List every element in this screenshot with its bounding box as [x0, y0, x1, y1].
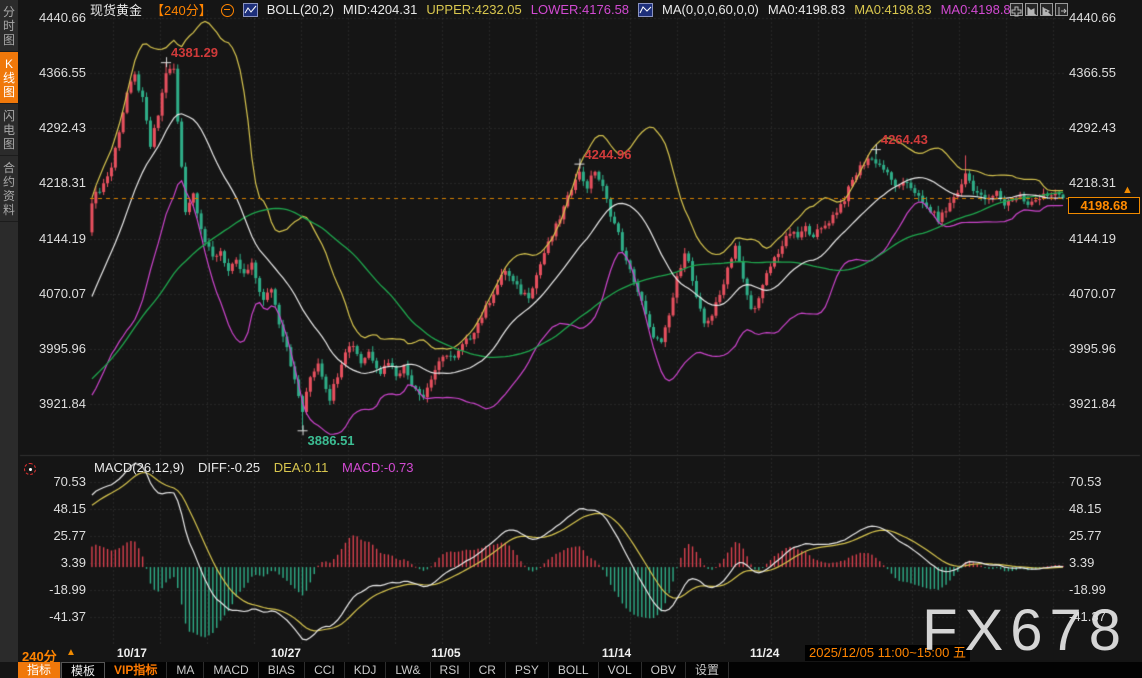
price-axis-tick-right: 3921.84: [1069, 397, 1139, 411]
price-axis-tick-right: 4366.55: [1069, 66, 1139, 80]
toolbar-button-MA[interactable]: MA: [167, 662, 204, 678]
toolbar-button-OBV[interactable]: OBV: [642, 662, 686, 678]
chart-toolbar-icons: [1010, 3, 1068, 16]
indicator-toolbar: 指标模板VIP指标MAMACDBIASCCIKDJLW&RSICRPSYBOLL…: [18, 662, 1142, 678]
main-chart-header: 现货黄金 【240分】 BOLL(20,2) MID:4204.31 UPPER…: [90, 1, 1047, 17]
crosshair-tool-icon[interactable]: [1010, 3, 1023, 16]
macd-header: MACD(26,12,9) DIFF:-0.25 DEA:0.11 MACD:-…: [94, 460, 424, 475]
symbol-label: 现货黄金: [90, 0, 142, 19]
sidebar-tab-active[interactable]: K线图: [0, 52, 18, 104]
macd-axis-tick-right: 25.77: [1069, 529, 1139, 543]
sidebar-tab-item[interactable]: 分时图: [0, 0, 18, 52]
period-selector[interactable]: 【240分】: [151, 0, 212, 19]
price-axis-tick-right: 3995.96: [1069, 342, 1139, 356]
toolbar-button-[interactable]: 设置: [686, 662, 729, 678]
boll-upper-value: UPPER:4232.05: [426, 2, 521, 17]
price-axis-tick-left: 3921.84: [18, 397, 86, 411]
ma0-magenta-value: MA0:4198.83: [941, 2, 1018, 17]
sidebar-tab-item[interactable]: 合约资料: [0, 156, 18, 222]
toolbar-button-MACD[interactable]: MACD: [204, 662, 258, 678]
macd-axis-tick-left: -41.37: [18, 610, 86, 624]
swing-high-label: 4244.96: [584, 147, 631, 162]
zoom-out-axis-icon[interactable]: [1025, 3, 1038, 16]
price-axis-tick-right: 4440.66: [1069, 11, 1139, 25]
last-price-arrow-icon: ▲: [1122, 184, 1133, 196]
last-price-box: 4198.68: [1068, 197, 1140, 214]
price-axis-tick-right: 4144.19: [1069, 232, 1139, 246]
toolbar-button-VIP[interactable]: VIP指标: [105, 662, 167, 678]
date-axis-label: 11/14: [589, 646, 645, 660]
toolbar-button-LW[interactable]: LW&: [386, 662, 430, 678]
macd-macd-value: MACD:-0.73: [342, 460, 414, 475]
toolbar-button-RSI[interactable]: RSI: [431, 662, 470, 678]
swing-high-label: 4381.29: [171, 45, 218, 60]
sidebar-tab-item[interactable]: 闪电图: [0, 104, 18, 156]
chart-type-sidebar: 分时图K线图闪电图合约资料: [0, 0, 18, 662]
boll-indicator-chart-icon[interactable]: [243, 3, 258, 17]
toolbar-button-PSY[interactable]: PSY: [506, 662, 549, 678]
macd-axis-tick-left: 70.53: [18, 475, 86, 489]
price-axis-tick-left: 3995.96: [18, 342, 86, 356]
toolbar-button-CR[interactable]: CR: [470, 662, 506, 678]
macd-axis-tick-left: 25.77: [18, 529, 86, 543]
ma0-yellow-value: MA0:4198.83: [854, 2, 931, 17]
price-axis-tick-right: 4070.07: [1069, 287, 1139, 301]
price-axis-tick-left: 4440.66: [18, 11, 86, 25]
boll-name-label: BOLL(20,2): [267, 2, 334, 17]
kline-chart-canvas[interactable]: [0, 0, 1142, 662]
boll-mid-value: MID:4204.31: [343, 2, 417, 17]
toolbar-button-[interactable]: 模板: [61, 662, 105, 678]
boll-lower-value: LOWER:4176.58: [531, 2, 629, 17]
ma-indicator-chart-icon[interactable]: [638, 3, 653, 17]
macd-axis-tick-right: 3.39: [1069, 556, 1139, 570]
macd-indicator-settings-icon[interactable]: [24, 463, 36, 475]
date-axis-label: 10/27: [258, 646, 314, 660]
price-axis-tick-left: 4292.43: [18, 121, 86, 135]
kline-app-window: 分时图K线图闪电图合约资料 现货黄金 【240分】 BOLL(20,2) MID…: [0, 0, 1142, 678]
toolbar-button-BOLL[interactable]: BOLL: [549, 662, 599, 678]
macd-axis-tick-left: 3.39: [18, 556, 86, 570]
ma0-white-value: MA0:4198.83: [768, 2, 845, 17]
toolbar-button-KDJ[interactable]: KDJ: [345, 662, 387, 678]
macd-name-label: MACD(26,12,9): [94, 460, 184, 475]
toolbar-button-BIAS[interactable]: BIAS: [259, 662, 305, 678]
price-axis-tick-left: 4070.07: [18, 287, 86, 301]
date-axis-label: 10/17: [104, 646, 160, 660]
event-marker-icon[interactable]: [221, 4, 234, 17]
macd-diff-value: DIFF:-0.25: [198, 460, 260, 475]
macd-axis-tick-right: 70.53: [1069, 475, 1139, 489]
shift-right-icon[interactable]: [1055, 3, 1068, 16]
toolbar-button-[interactable]: 指标: [18, 662, 61, 678]
macd-axis-tick-right: 48.15: [1069, 502, 1139, 516]
ma-name-label: MA(0,0,0,60,0,0): [662, 2, 759, 17]
price-axis-tick-left: 4144.19: [18, 232, 86, 246]
macd-axis-tick-left: 48.15: [18, 502, 86, 516]
price-axis-tick-right: 4292.43: [1069, 121, 1139, 135]
macd-axis-tick-left: -18.99: [18, 583, 86, 597]
fx678-watermark: FX678: [922, 602, 1128, 660]
price-axis-tick-left: 4366.55: [18, 66, 86, 80]
date-axis-label: 11/05: [418, 646, 474, 660]
date-axis-label: 11/24: [737, 646, 793, 660]
toolbar-button-VOL[interactable]: VOL: [599, 662, 642, 678]
zoom-in-axis-icon[interactable]: [1040, 3, 1053, 16]
toolbar-button-CCI[interactable]: CCI: [305, 662, 345, 678]
price-axis-tick-left: 4218.31: [18, 176, 86, 190]
period-dropdown-arrow-icon[interactable]: ▲: [66, 647, 76, 658]
swing-low-label: 3886.51: [308, 433, 355, 448]
swing-high-label: 4264.43: [881, 132, 928, 147]
macd-dea-value: DEA:0.11: [274, 460, 329, 475]
macd-axis-tick-right: -18.99: [1069, 583, 1139, 597]
